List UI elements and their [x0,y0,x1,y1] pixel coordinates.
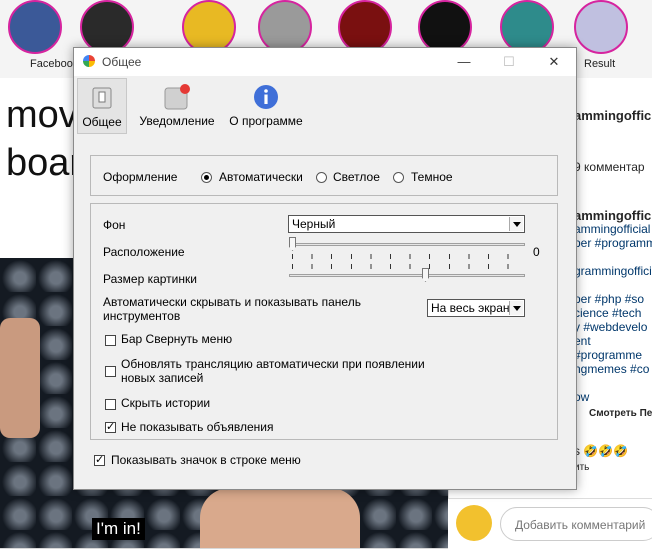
autohide-select-value: На весь экран [431,301,510,315]
switch-icon [92,87,112,109]
comment-bar: Добавить комментарий [448,498,652,549]
tab-about-label: О программе [229,114,303,128]
comment-text: per #php #so [574,292,645,306]
window-title: Общее [102,55,142,69]
story-label: Facebook [30,58,79,70]
tab-general-label: Общее [82,115,122,129]
radio-light[interactable] [316,172,327,183]
background-select-value: Черный [292,217,336,231]
settings-group: Фон Черный Расположение 0 Размер картинк… [90,203,558,440]
likes-line: s 🤣🤣🤣 [574,444,629,458]
radio-auto[interactable] [201,172,212,183]
close-button[interactable]: ✕ [540,52,568,72]
comment-text: cience #tech [574,306,642,320]
autohide-select[interactable]: На весь экран [427,299,525,317]
checkbox-collapse-menu[interactable] [105,335,116,346]
image-size-slider[interactable] [289,264,525,292]
image-size-label: Размер картинки [103,272,197,286]
checkbox-menubar-icon-label[interactable]: Показывать значок в строке меню [111,453,301,467]
story-avatar[interactable] [418,0,472,54]
add-comment-input[interactable]: Добавить комментарий [500,507,652,541]
comment-username[interactable]: ammingofficial [574,208,652,223]
story-avatar[interactable] [8,0,62,54]
story-avatar[interactable] [80,0,134,54]
comments-count[interactable]: 9 комментар [574,160,645,174]
background-select[interactable]: Черный [288,215,525,233]
tab-notifications-label: Уведомление [139,114,215,128]
story-avatar[interactable] [500,0,554,54]
story-avatar[interactable] [338,0,392,54]
autohide-label: Автоматически скрывать и показывать пане… [103,295,361,323]
slider-track [289,274,525,277]
video-arm [200,488,360,548]
position-value: 0 [533,245,540,259]
appearance-label: Оформление [103,170,178,184]
checkbox-auto-refresh-label[interactable]: Обновлять трансляцию автоматически при п… [121,357,451,385]
slider-ticks [292,264,522,269]
minimize-button[interactable]: — [450,52,478,72]
slider-thumb[interactable] [289,237,296,251]
checkbox-hide-ads-label[interactable]: Не показывать объявления [121,420,274,434]
radio-dark[interactable] [393,172,404,183]
tab-notifications[interactable]: Уведомление [136,78,218,134]
appearance-group: Оформление Автоматически Светлое Темное [90,155,558,196]
story-avatar[interactable] [182,0,236,54]
story-avatar[interactable] [258,0,312,54]
checkbox-hide-ads[interactable]: ✓ [105,422,116,433]
title-bar[interactable]: Общее — ☐ ✕ [74,48,576,76]
checkbox-hide-stories-label[interactable]: Скрыть истории [121,396,210,410]
background-label: Фон [103,218,126,232]
checkbox-auto-refresh[interactable] [105,366,116,377]
notification-badge-icon [164,84,190,110]
settings-dialog: Общее — ☐ ✕ Общее Уведомление О программ… [73,47,577,490]
slider-ticks [292,254,522,259]
checkbox-hide-stories[interactable] [105,399,116,410]
app-icon [83,55,95,67]
radio-light-label[interactable]: Светлое [333,170,380,184]
story-avatar[interactable] [574,0,628,54]
checkbox-menubar-icon[interactable]: ✓ [94,455,105,466]
position-slider[interactable] [289,237,525,261]
video-arm [0,318,40,438]
info-icon [254,85,278,109]
slider-thumb[interactable] [422,268,429,282]
chevron-down-icon [509,217,523,231]
chevron-down-icon [509,301,523,315]
tab-about[interactable]: О программе [227,78,305,134]
comment-text: grammingofficia [574,264,652,278]
comment-text: ngmemes #co [574,362,650,376]
position-label: Расположение [103,245,185,259]
radio-auto-label[interactable]: Автоматически [219,170,303,184]
comment-text: y #webdevelo [574,320,648,334]
story-label: Result [584,58,616,70]
comment-text: per #programm [574,236,652,250]
comment-text: ammingofficial and [574,222,652,236]
post-username[interactable]: ammingofficial [574,108,652,123]
maximize-button[interactable]: ☐ [495,52,523,72]
see-more-link[interactable]: Смотреть Пе [589,408,652,419]
video-caption: I'm in! [92,518,145,540]
slider-track [289,243,525,246]
toolbar: Общее Уведомление О программе [74,76,576,136]
checkbox-collapse-menu-label[interactable]: Бар Свернуть меню [121,332,232,346]
tab-general[interactable]: Общее [77,78,127,134]
avatar [456,505,492,541]
comment-text: #programme [574,348,643,362]
radio-dark-label[interactable]: Темное [411,170,453,184]
